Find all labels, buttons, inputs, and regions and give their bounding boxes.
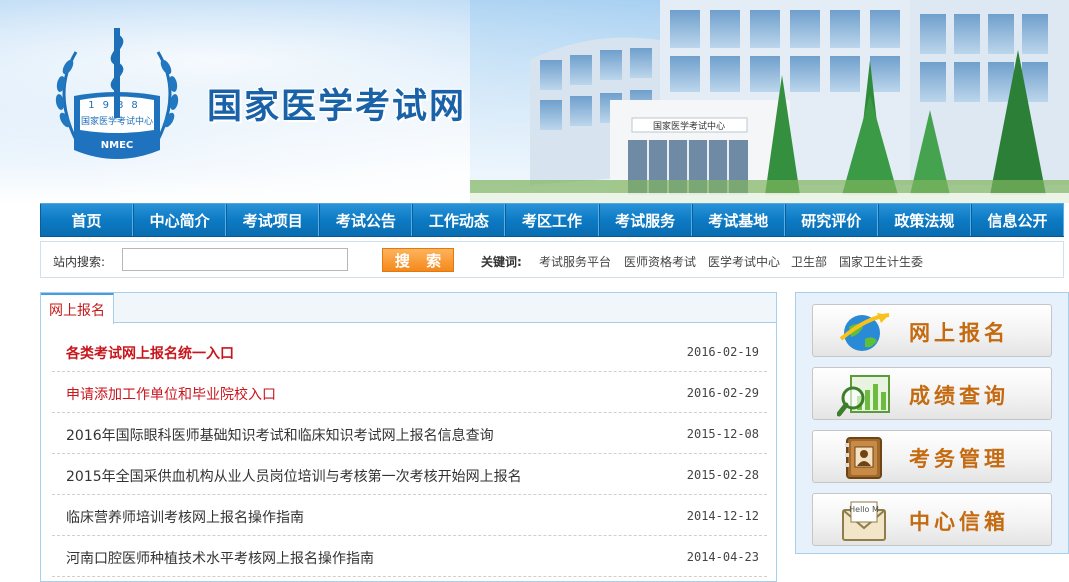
tab-online-registration[interactable]: 网上报名 (41, 293, 114, 324)
news-row: 申请添加工作单位和毕业院校入口 2016-02-29 (52, 372, 767, 413)
address-book-icon (845, 437, 882, 479)
logo-org-en: NMEC (101, 140, 134, 151)
mail-envelope-icon: Hello M (842, 501, 886, 541)
news-date: 2015-12-08 (686, 427, 759, 441)
online-registration-label: 网上报名 (909, 321, 1009, 345)
search-label: 站内搜索: (53, 255, 106, 269)
news-date: 2016-02-29 (686, 386, 759, 400)
nav-info-disclosure[interactable]: 信息公开 (970, 204, 1065, 236)
building-banner-image: 国家医学考试中心 (470, 0, 1069, 203)
news-date: 2016-02-19 (686, 345, 759, 359)
online-registration-button[interactable]: 网上报名 (812, 304, 1052, 357)
building-sign-text: 国家医学考试中心 (653, 120, 725, 132)
search-bar: 站内搜索: 搜 索 关键词: 考试服务平台 医师资格考试 医学考试中心 卫生部 … (40, 241, 1064, 278)
online-registration-panel: 网上报名 各类考试网上报名统一入口 2016-02-19 申请添加工作单位和毕业… (40, 292, 777, 582)
search-button[interactable]: 搜 索 (382, 248, 454, 272)
nav-work-news[interactable]: 工作动态 (412, 204, 506, 236)
globe-register-icon (839, 313, 890, 351)
score-query-button[interactable]: 成绩查询 (812, 367, 1052, 420)
nav-home[interactable]: 首页 (40, 204, 134, 236)
news-title-link[interactable]: 2016年国际眼科医师基础知识考试和临床知识考试网上报名信息查询 (66, 425, 494, 445)
logo-org-cn: 国家医学考试中心 (81, 115, 153, 127)
site-title: 国家医学考试网 (207, 86, 467, 127)
nav-about[interactable]: 中心简介 (133, 204, 227, 236)
nav-exam-notices[interactable]: 考试公告 (319, 204, 413, 236)
news-title-link[interactable]: 临床营养师培训考核网上报名操作指南 (66, 507, 304, 527)
exam-management-label: 考务管理 (909, 447, 1009, 471)
panel-header (41, 293, 776, 323)
nav-policies[interactable]: 政策法规 (877, 204, 971, 236)
news-row: 临床营养师培训考核网上报名操作指南 2014-12-12 (52, 495, 767, 536)
site-header: 国家医学考试中心 1988 国家医学考试中心 NMEC 国家医学考试网 (0, 0, 1069, 203)
nmec-logo: 1988 国家医学考试中心 NMEC (55, 28, 179, 159)
keyword-link[interactable]: 考试服务平台 (539, 253, 611, 270)
news-row: 各类考试网上报名统一入口 2016-02-19 (52, 331, 767, 372)
nav-exam-projects[interactable]: 考试项目 (226, 204, 320, 236)
nav-research[interactable]: 研究评价 (784, 204, 878, 236)
news-title-link[interactable]: 河南口腔医师种植技术水平考核网上报名操作指南 (66, 548, 374, 568)
keywords-label: 关键词: (481, 255, 522, 269)
news-title-link[interactable]: 2015年全国采供血机构从业人员岗位培训与考核第一次考核开始网上报名 (66, 466, 522, 486)
news-row: 2016年国际眼科医师基础知识考试和临床知识考试网上报名信息查询 2015-12… (52, 413, 767, 454)
chart-magnifier-icon (837, 375, 890, 417)
score-query-label: 成绩查询 (909, 384, 1009, 408)
news-date: 2014-12-12 (686, 509, 759, 523)
news-title-link[interactable]: 申请添加工作单位和毕业院校入口 (66, 384, 276, 404)
mail-icon-text: Hello M (849, 505, 879, 514)
keyword-link[interactable]: 医师资格考试 (624, 253, 696, 270)
nav-exam-bases[interactable]: 考试基地 (691, 204, 785, 236)
news-date: 2014-04-23 (686, 550, 759, 564)
news-title-link[interactable]: 各类考试网上报名统一入口 (66, 343, 234, 363)
logo-year: 1988 (88, 100, 145, 111)
nav-exam-area-work[interactable]: 考区工作 (505, 204, 599, 236)
exam-management-button[interactable]: 考务管理 (812, 430, 1052, 483)
center-mailbox-button[interactable]: Hello M 中心信箱 (812, 493, 1052, 546)
keyword-link[interactable]: 卫生部 (791, 253, 827, 270)
nav-exam-services[interactable]: 考试服务 (598, 204, 692, 236)
center-mailbox-label: 中心信箱 (909, 510, 1009, 534)
keyword-link[interactable]: 医学考试中心 (708, 253, 780, 270)
news-row: 2015年全国采供血机构从业人员岗位培训与考核第一次考核开始网上报名 2015-… (52, 454, 767, 495)
news-date: 2015-02-28 (686, 468, 759, 482)
main-nav: 首页 中心简介 考试项目 考试公告 工作动态 考区工作 考试服务 考试基地 研究… (40, 203, 1065, 237)
quick-links-panel: 网上报名 成绩查询 考务管理 Hello M 中心信箱 (795, 292, 1069, 554)
keyword-link[interactable]: 国家卫生计生委 (839, 253, 923, 270)
search-input[interactable] (122, 248, 348, 271)
